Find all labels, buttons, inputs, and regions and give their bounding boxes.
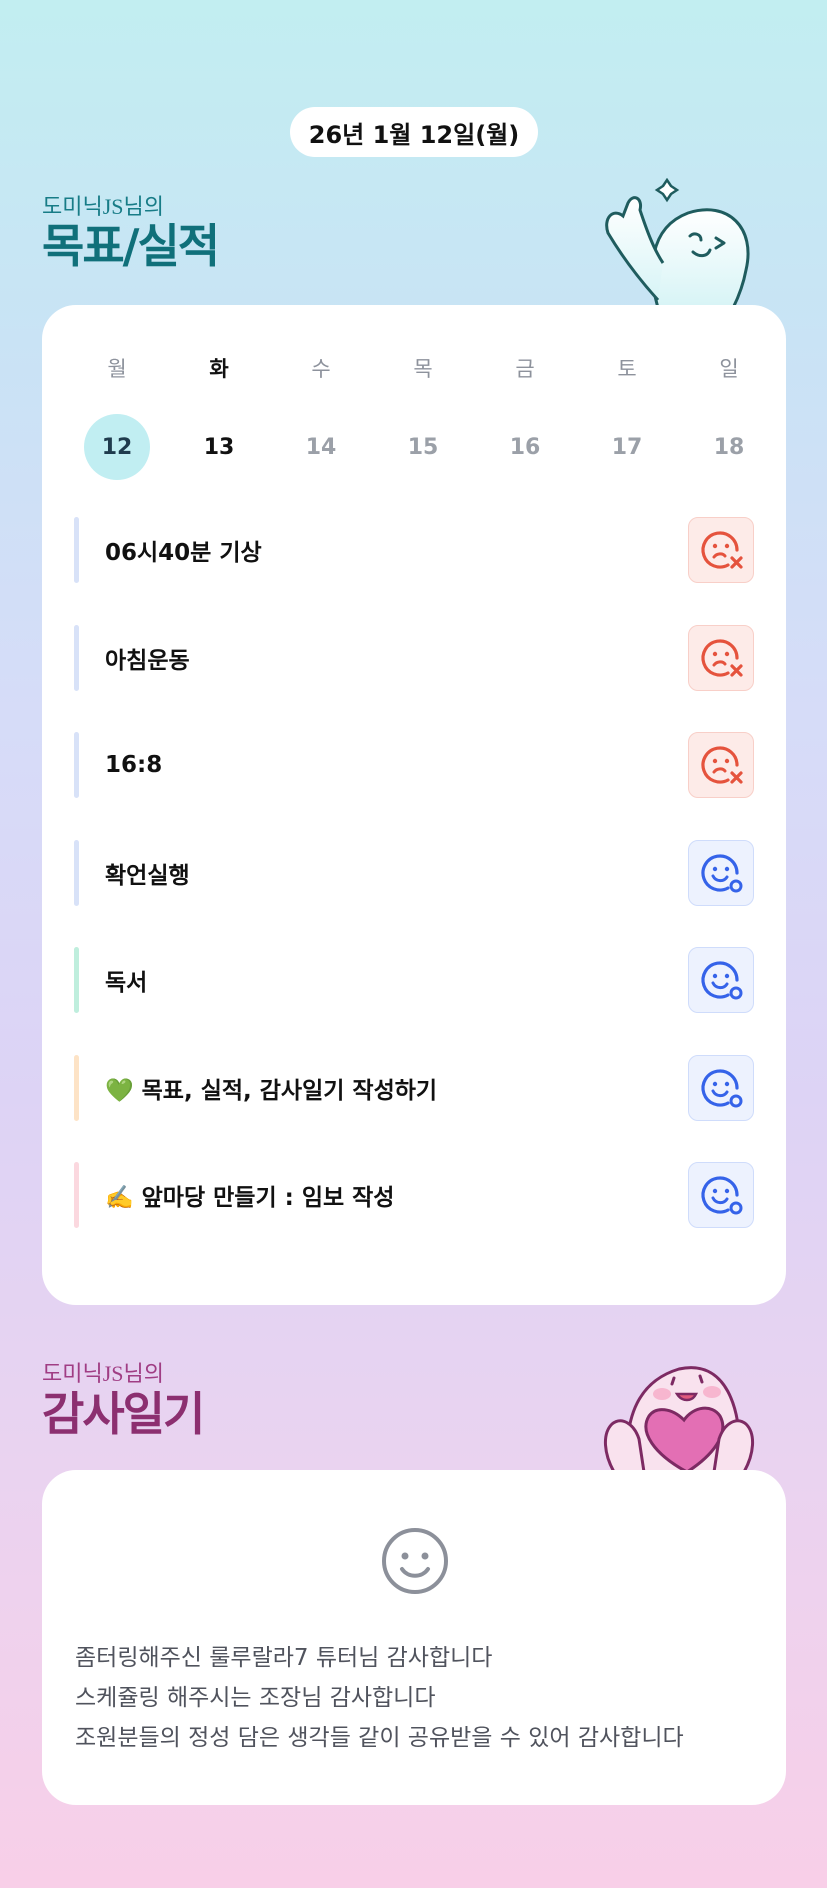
goal-color-bar <box>74 517 79 583</box>
goals-section-title: 목표/실적 <box>42 219 220 273</box>
gratitude-card: 좀터링해주신 룰루랄라7 튜터님 감사합니다 스케쥴링 해주시는 조장님 감사합… <box>42 1470 786 1805</box>
smile-icon <box>382 1528 448 1594</box>
goal-item: 확언실행 <box>74 839 754 906</box>
weekday-label: 토 <box>617 357 637 381</box>
smile-done-icon <box>701 961 743 1000</box>
weekday-label: 수 <box>311 357 331 381</box>
gratitude-line: 좀터링해주신 룰루랄라7 튜터님 감사합니다 <box>75 1645 493 1671</box>
goal-color-bar <box>74 947 79 1013</box>
weekday-label: 목 <box>413 357 433 381</box>
goal-item: 16:8 <box>74 732 754 798</box>
weekday-label: 화 <box>209 357 229 381</box>
gratitude-text: 좀터링해주신 룰루랄라7 튜터님 감사합니다 스케쥴링 해주시는 조장님 감사합… <box>75 1638 765 1758</box>
date-cell[interactable]: 14 <box>270 413 372 481</box>
goal-label: 확언실행 <box>105 862 190 889</box>
sad-fail-icon <box>701 638 743 677</box>
goal-status-fail-button[interactable] <box>688 624 754 691</box>
goal-color-bar <box>74 1054 79 1121</box>
goal-status-fail-button[interactable] <box>688 517 754 583</box>
date-number: 14 <box>305 434 337 460</box>
sad-fail-icon <box>701 746 743 784</box>
week-date-row: 12 13 14 15 16 17 18 <box>66 413 780 481</box>
smile-done-icon <box>701 1068 743 1107</box>
goal-status-done-button[interactable] <box>688 839 754 906</box>
goal-item: ✍️ 앞마당 만들기 : 임보 작성 <box>74 1162 754 1228</box>
goal-label: 아침운동 <box>105 647 190 674</box>
goal-item: 독서 <box>74 947 754 1013</box>
goals-card: 월 화 수 목 금 토 일 12 13 14 15 16 17 18 06시40… <box>42 305 786 1305</box>
date-number: 13 <box>203 434 235 460</box>
goal-status-fail-button[interactable] <box>688 732 754 798</box>
date-cell[interactable]: 17 <box>576 413 678 481</box>
weekday-label: 월 <box>107 357 127 381</box>
date-cell[interactable]: 13 <box>168 413 270 481</box>
date-number: 17 <box>611 434 643 460</box>
goal-color-bar <box>74 1162 79 1228</box>
date-number: 12 <box>101 434 133 460</box>
mascot-character-icon <box>605 178 750 308</box>
sad-fail-icon <box>701 531 743 569</box>
date-pill[interactable]: 26년 1월 12일(월) <box>290 107 538 157</box>
smile-done-icon <box>701 853 743 892</box>
goal-item: 06시40분 기상 <box>74 517 754 583</box>
goal-item: 아침운동 <box>74 624 754 691</box>
gratitude-line: 조원분들의 정성 담은 생각들 같이 공유받을 수 있어 감사합니다 <box>75 1725 684 1751</box>
date-cell[interactable]: 16 <box>474 413 576 481</box>
goal-label: 16:8 <box>105 752 163 778</box>
mascot-heart-icon <box>604 1366 754 1472</box>
weekday-label: 일 <box>719 357 739 381</box>
weekday-header-row: 월 화 수 목 금 토 일 <box>66 353 780 383</box>
goal-status-done-button[interactable] <box>688 1054 754 1121</box>
weekday-label: 금 <box>515 357 535 381</box>
goal-color-bar <box>74 732 79 798</box>
goal-label: 독서 <box>105 970 148 996</box>
goal-color-bar <box>74 624 79 691</box>
goal-status-done-button[interactable] <box>688 947 754 1013</box>
date-cell[interactable]: 18 <box>678 413 780 481</box>
goal-item: 💚 목표, 실적, 감사일기 작성하기 <box>74 1054 754 1121</box>
date-number: 16 <box>509 434 541 460</box>
gratitude-line: 스케쥴링 해주시는 조장님 감사합니다 <box>75 1685 436 1711</box>
goal-status-done-button[interactable] <box>688 1162 754 1228</box>
goal-color-bar <box>74 839 79 906</box>
gratitude-section-title: 감사일기 <box>42 1387 205 1441</box>
goal-label: ✍️ 앞마당 만들기 : 임보 작성 <box>105 1185 395 1211</box>
date-number: 18 <box>713 434 745 460</box>
date-cell[interactable]: 15 <box>372 413 474 481</box>
goal-label: 💚 목표, 실적, 감사일기 작성하기 <box>105 1077 438 1104</box>
goal-label: 06시40분 기상 <box>105 540 262 566</box>
date-number: 15 <box>407 434 439 460</box>
date-cell-selected[interactable]: 12 <box>66 413 168 481</box>
smile-done-icon <box>701 1176 743 1215</box>
